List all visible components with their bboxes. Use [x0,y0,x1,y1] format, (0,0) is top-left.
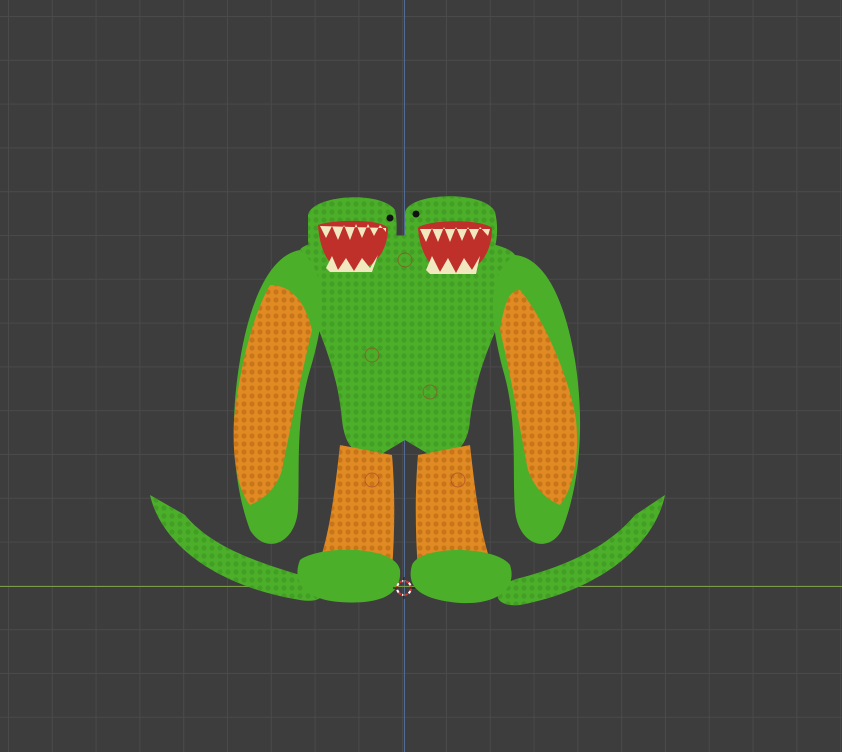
right-foot [410,550,512,604]
3d-viewport[interactable] [0,0,842,752]
left-foot [297,549,401,603]
two-headed-monster-model[interactable] [0,0,842,752]
3d-cursor-icon[interactable] [393,577,415,599]
left-eye [386,214,394,222]
right-eye [412,210,420,218]
